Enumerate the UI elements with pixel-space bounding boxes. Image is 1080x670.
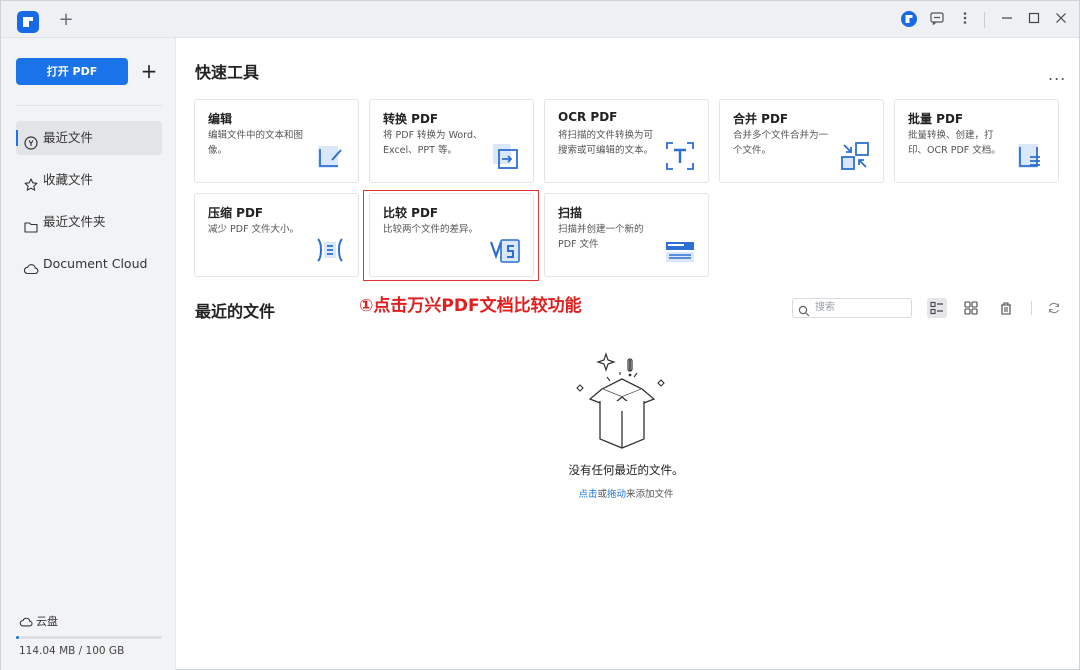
toolbar-divider [1031,301,1032,315]
sidebar-item-label: 收藏文件 [43,172,94,187]
tool-card-title: 转换 PDF [383,112,439,126]
tool-card-convert[interactable]: 转换 PDF 将 PDF 转换为 Word、Excel、PPT 等。 [369,99,534,183]
empty-state-hint: 点击或拖动来添加文件 [541,486,711,500]
sidebar-item-label: Document Cloud [43,256,148,271]
combine-icon [839,140,871,172]
tool-card-desc: 将 PDF 转换为 Word、Excel、PPT 等。 [383,130,483,156]
search-input[interactable]: 搜索 [792,298,912,318]
refresh-button[interactable] [1044,298,1064,318]
search-placeholder: 搜索 [815,302,835,313]
sidebar-item-favorites[interactable]: 收藏文件 [16,163,162,197]
app-logo-icon[interactable] [17,11,39,33]
click-link[interactable]: 点击 [578,489,597,500]
tool-card-desc: 减少 PDF 文件大小。 [208,224,300,235]
titlebar-divider [984,12,985,28]
tool-card-desc: 合并多个文件合并为一个文件。 [733,130,829,156]
cloud-drive-label: 云盘 [36,615,58,628]
open-pdf-button[interactable]: 打开 PDF [16,58,128,85]
tool-card-desc: 批量转换、创建，打印、OCR PDF 文档。 [908,130,1001,156]
list-view-button[interactable] [927,298,947,318]
cloud-icon [19,615,33,629]
tool-card-compress[interactable]: 压缩 PDF 减少 PDF 文件大小。 [194,193,359,277]
storage-bar-fill [16,636,19,639]
star-icon [23,172,39,191]
tool-card-title: 编辑 [208,112,233,126]
scan-icon [664,234,696,266]
tool-card-title: 批量 PDF [908,112,964,126]
sidebar-divider [16,105,162,106]
add-button[interactable]: + [138,58,160,85]
tool-card-ocr[interactable]: OCR PDF 将扫描的文件转换为可搜索或可编辑的文本。 [544,99,709,183]
or-text: 或 [597,489,607,500]
more-options-button[interactable]: ... [1048,65,1066,84]
clock-icon [23,130,39,150]
sidebar-item-label: 最近文件 [43,130,94,145]
tool-card-desc: 扫描并创建一个新的 PDF 文件 [558,224,644,250]
new-tab-button[interactable]: + [57,10,75,30]
storage-bar [16,636,162,639]
folder-icon [23,214,39,233]
sidebar-item-recent-files[interactable]: 最近文件 [16,121,162,155]
refresh-icon [1048,302,1060,314]
sidebar-item-document-cloud[interactable]: Document Cloud [16,247,162,281]
minimize-icon[interactable] [997,10,1017,30]
search-icon [798,302,810,317]
grid-view-button[interactable] [961,298,981,318]
active-indicator [16,130,18,146]
feedback-icon[interactable] [927,10,947,30]
drag-link[interactable]: 拖动 [607,489,626,500]
edit-icon [314,140,346,172]
empty-state-title: 没有任何最近的文件。 [568,463,684,477]
tool-card-combine[interactable]: 合并 PDF 合并多个文件合并为一个文件。 [719,99,884,183]
more-icon[interactable] [955,10,975,30]
sidebar-item-recent-folders[interactable]: 最近文件夹 [16,205,162,239]
list-view-icon [930,301,943,315]
tool-card-title: 压缩 PDF [208,206,264,220]
cloud-icon [23,256,39,275]
maximize-icon[interactable] [1024,10,1044,30]
account-icon[interactable] [899,10,919,30]
sidebar-item-label: 最近文件夹 [43,214,106,229]
tool-card-batch[interactable]: 批量 PDF 批量转换、创建，打印、OCR PDF 文档。 [894,99,1059,183]
tool-card-edit[interactable]: 编辑 编辑文件中的文本和图像。 [194,99,359,183]
recent-files-title: 最近的文件 [195,302,276,321]
tool-card-desc: 编辑文件中的文本和图像。 [208,130,304,156]
compress-icon [314,234,346,266]
quick-tools-title: 快速工具 [195,63,260,82]
storage-text: 114.04 MB / 100 GB [19,645,125,657]
convert-icon [489,140,521,172]
app-window: + 打开 PDF + 最近文件 收藏文件 最近文件夹 Document Clou… [0,0,1080,670]
compare-highlight-box [363,190,539,281]
tool-card-title: 合并 PDF [733,112,789,126]
batch-icon [1014,140,1046,172]
empty-box-illustration [572,351,672,451]
title-bar: + [1,1,1079,38]
grid-view-icon [964,301,978,315]
ocr-icon [664,140,696,172]
tool-card-title: 扫描 [558,206,583,220]
annotation-text: ①点击万兴PDF文档比较功能 [359,296,582,316]
sidebar: 打开 PDF + 最近文件 收藏文件 最近文件夹 Document Cloud … [1,38,176,670]
add-file-text: 来添加文件 [626,489,674,500]
tool-card-title: OCR PDF [558,110,618,124]
tool-card-scan[interactable]: 扫描 扫描并创建一个新的 PDF 文件 [544,193,709,277]
tool-card-desc: 将扫描的文件转换为可搜索或可编辑的文本。 [558,130,654,156]
delete-button[interactable] [996,298,1016,318]
trash-icon [1001,302,1011,315]
close-icon[interactable] [1051,10,1071,30]
